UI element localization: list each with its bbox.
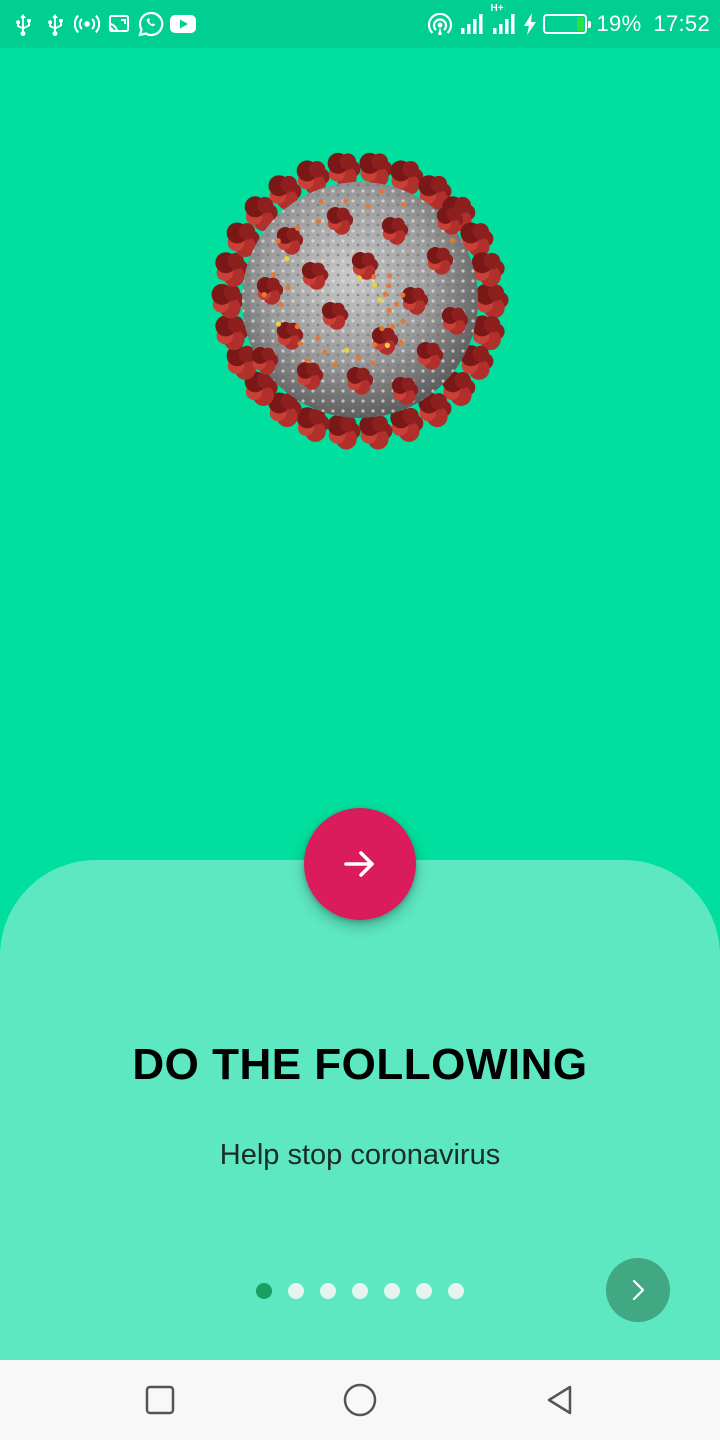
page-dot-active[interactable]	[256, 1283, 272, 1299]
coronavirus-icon	[190, 128, 530, 473]
whatsapp-icon	[138, 11, 164, 37]
page-dot[interactable]	[352, 1283, 368, 1299]
page-dot[interactable]	[320, 1283, 336, 1299]
hotspot-icon	[74, 11, 100, 37]
page-dot[interactable]	[288, 1283, 304, 1299]
youtube-icon	[170, 11, 196, 37]
arrow-right-button[interactable]	[304, 808, 416, 920]
page-dot[interactable]	[416, 1283, 432, 1299]
usb-icon	[42, 11, 68, 37]
clock: 17:52	[653, 11, 710, 36]
page-subtitle: Help stop coronavirus	[219, 1139, 501, 1171]
page-indicator	[256, 1283, 464, 1299]
back-button[interactable]	[536, 1376, 584, 1424]
screen-cast-icon	[106, 11, 132, 37]
page-dot[interactable]	[384, 1283, 400, 1299]
battery-icon	[542, 11, 591, 37]
notification-icons	[10, 8, 196, 40]
home-button[interactable]	[336, 1376, 384, 1424]
chevron-right-icon	[632, 1279, 645, 1301]
arrow-right-icon	[344, 851, 374, 877]
recents-button[interactable]	[136, 1376, 184, 1424]
next-button[interactable]	[606, 1258, 670, 1322]
charging-icon	[523, 11, 537, 37]
recents-icon	[145, 1385, 175, 1415]
signal-icon: H+	[491, 3, 517, 37]
system-status: H+ 19% 17:52	[427, 3, 711, 40]
back-icon	[547, 1385, 572, 1415]
wifi-hotspot-icon	[427, 11, 453, 37]
signal-icon	[459, 11, 485, 37]
battery-percent: 19%	[596, 11, 642, 36]
page-title: DO THE FOLLOWING	[132, 1040, 588, 1089]
network-type-label: H+	[490, 3, 504, 14]
navigation-bar	[0, 1360, 720, 1440]
page-dot[interactable]	[448, 1283, 464, 1299]
battery-level	[576, 17, 584, 31]
home-icon	[343, 1383, 377, 1417]
status-bar: H+ 19% 17:52	[0, 0, 720, 48]
usb-icon	[10, 11, 36, 37]
